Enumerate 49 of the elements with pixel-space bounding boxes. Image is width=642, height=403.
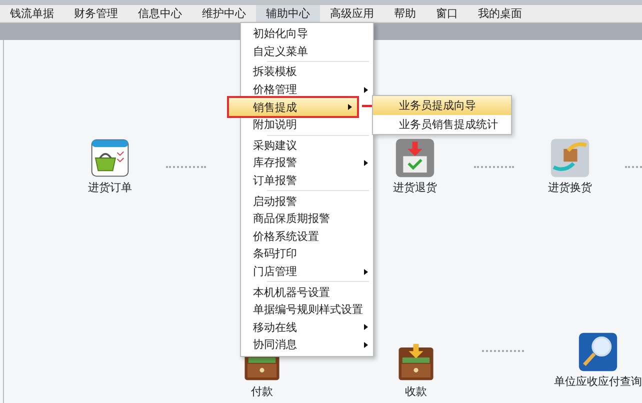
menu-item[interactable]: 订单报警 — [241, 172, 373, 190]
menu-item[interactable]: 钱流单据 — [0, 5, 64, 22]
menu-item[interactable]: 价格系统设置 — [241, 228, 373, 246]
menu-item[interactable]: 附加说明 — [241, 116, 373, 134]
menu-item[interactable]: 拆装模板 — [241, 63, 373, 81]
menu-item[interactable]: 业务员销售提成统计 — [373, 115, 511, 134]
menu-item[interactable]: 初始化向导 — [241, 25, 373, 43]
submenu-arrow-icon — [364, 324, 368, 330]
menu-item[interactable]: 维护中心 — [192, 5, 256, 22]
menu-item[interactable]: 高级应用 — [320, 5, 384, 22]
hands-box-icon[interactable] — [550, 138, 590, 178]
menu-item[interactable]: 启动报警 — [241, 192, 373, 210]
menu-item[interactable]: 辅助中心 — [256, 5, 320, 22]
menu-item[interactable]: 门店管理 — [241, 262, 373, 280]
submenu-arrow-icon — [364, 268, 368, 275]
dotted-connector — [474, 166, 514, 168]
menu-item[interactable]: 窗口 — [426, 5, 468, 22]
node-label: 付款 — [251, 384, 273, 399]
dotted-connector — [482, 350, 524, 352]
node-label: 单位应收应付查询 — [554, 374, 642, 389]
menu-item[interactable]: 商品保质期报警 — [241, 210, 373, 228]
drawer-arrow-icon[interactable] — [396, 342, 436, 382]
menu-item[interactable]: 单据编号规则样式设置 — [241, 300, 373, 318]
menu-item[interactable]: 自定义菜单 — [241, 42, 373, 60]
node-label: 收款 — [405, 384, 427, 399]
submenu-arrow-icon — [364, 86, 368, 93]
submenu-arrow-icon — [364, 342, 368, 348]
menu-item[interactable]: 本机机器号设置 — [241, 283, 373, 301]
basket-icon[interactable] — [90, 138, 130, 178]
menu-item[interactable]: 业务员提成向导 — [373, 96, 511, 115]
menu-item[interactable]: 我的桌面 — [468, 5, 532, 22]
node-label: 进货换货 — [548, 180, 592, 195]
menu-item[interactable]: 帮助 — [384, 5, 426, 22]
menu-item[interactable]: 协同消息 — [241, 336, 373, 354]
dotted-connector — [625, 166, 642, 168]
menu-item[interactable]: 移动在线 — [241, 318, 373, 336]
menu-item[interactable]: 采购建议 — [241, 136, 373, 154]
menu-item[interactable]: 库存报警 — [241, 154, 373, 172]
search-icon[interactable] — [578, 332, 618, 372]
node-label: 进货订单 — [88, 180, 132, 195]
menu-item[interactable]: 价格管理 — [241, 80, 373, 98]
menu-item[interactable]: 财务管理 — [64, 5, 128, 22]
menu-item[interactable]: 信息中心 — [128, 5, 192, 22]
menu-item[interactable]: 销售提成 — [229, 98, 357, 116]
submenu-arrow-icon — [364, 160, 368, 166]
dotted-connector — [166, 166, 206, 168]
menu-item[interactable]: 条码打印 — [241, 245, 373, 263]
node-label: 进货退货 — [393, 180, 437, 195]
submenu-arrow-icon — [348, 104, 352, 110]
